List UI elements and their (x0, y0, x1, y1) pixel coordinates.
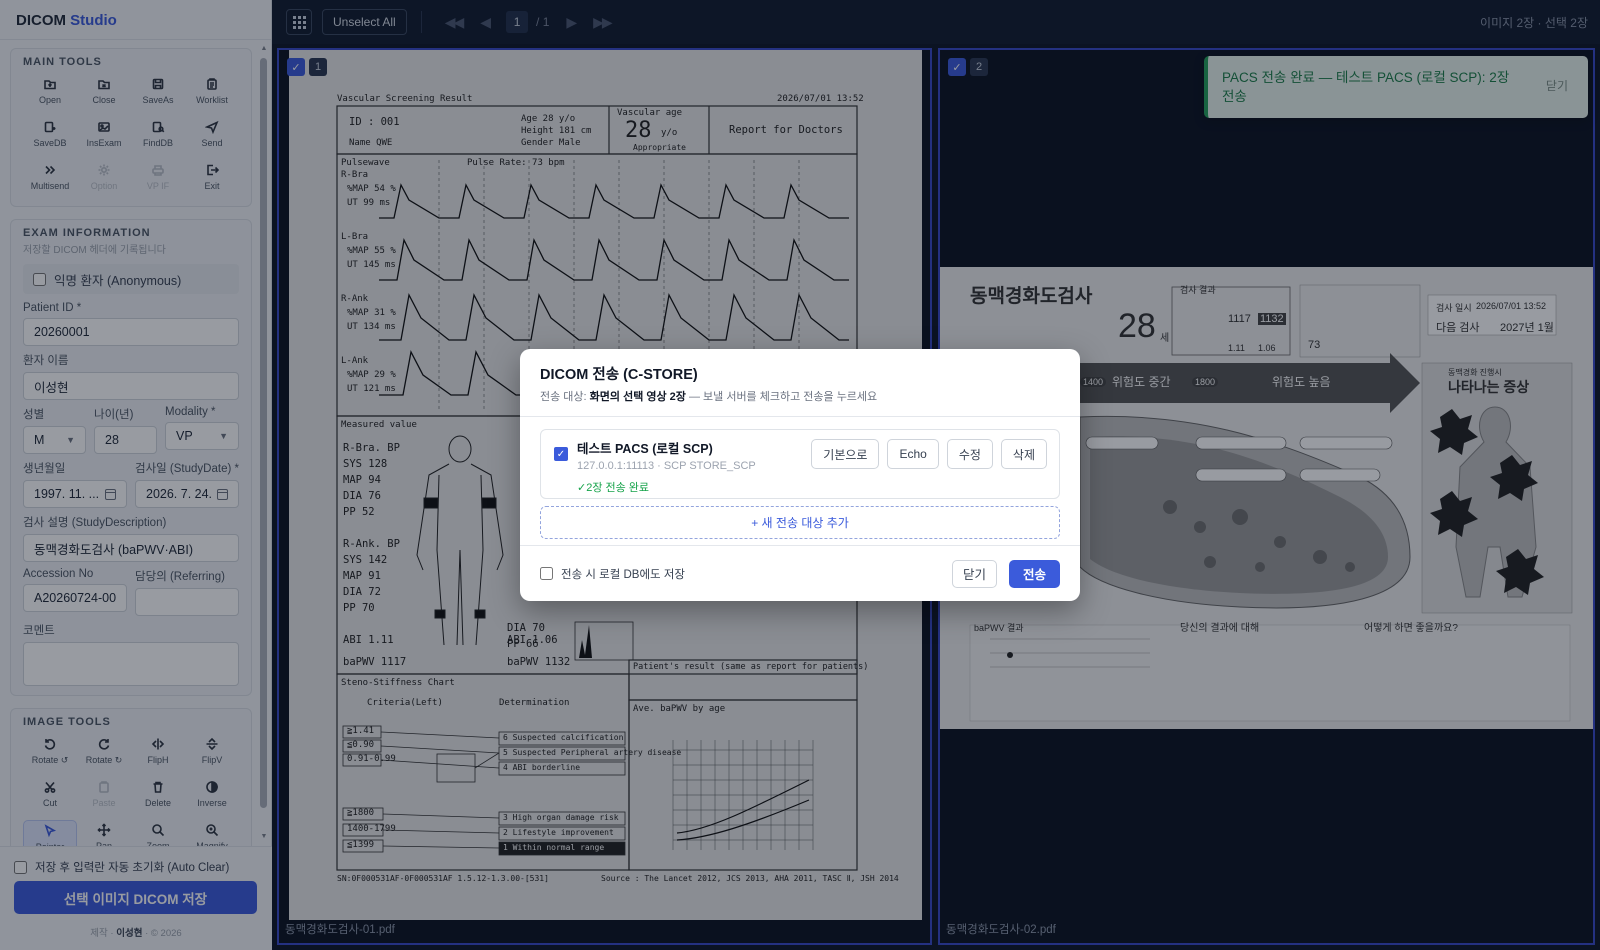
local-save-checkbox[interactable] (540, 567, 553, 580)
send-target-item: ✓ 테스트 PACS (로컬 SCP) 127.0.0.1:11113 · SC… (540, 429, 1060, 499)
dialog-actions: 닫기 전송 (951, 559, 1060, 588)
dialog-title: DICOM 전송 (C-STORE) (540, 367, 698, 383)
edit-button[interactable]: 수정 (946, 439, 993, 469)
add-target-button[interactable]: + 새 전송 대상 추가 (540, 506, 1060, 539)
dicom-send-dialog: DICOM 전송 (C-STORE) 전송 대상: 화면의 선택 영상 2장 —… (520, 349, 1080, 601)
target-actions: 기본으로 Echo 수정 삭제 (811, 439, 1047, 469)
dialog-subtitle: 전송 대상: 화면의 선택 영상 2장 — 보낼 서버를 체크하고 전송을 누르… (540, 388, 1060, 404)
local-save-toggle[interactable]: 전송 시 로컬 DB에도 저장 (540, 566, 685, 582)
dialog-header: DICOM 전송 (C-STORE) 전송 대상: 화면의 선택 영상 2장 —… (520, 349, 1080, 417)
dialog-footer: 전송 시 로컬 DB에도 저장 닫기 전송 (520, 545, 1080, 601)
delete-button[interactable]: 삭제 (1000, 439, 1047, 469)
close-button[interactable]: 닫기 (951, 559, 997, 588)
target-status: ✓2장 전송 완료 (577, 482, 650, 494)
target-checkbox[interactable]: ✓ (554, 447, 568, 461)
echo-button[interactable]: Echo (887, 439, 939, 469)
local-save-label: 전송 시 로컬 DB에도 저장 (561, 568, 685, 581)
dialog-body: ✓ 테스트 PACS (로컬 SCP) 127.0.0.1:11113 · SC… (520, 417, 1080, 539)
dialog-subtitle-suffix: — 보낼 서버를 체크하고 전송을 누르세요 (688, 391, 878, 403)
set-default-button[interactable]: 기본으로 (811, 439, 880, 469)
dialog-subtitle-bold: 화면의 선택 영상 2장 (589, 391, 686, 403)
dialog-subtitle-prefix: 전송 대상: (540, 391, 587, 403)
send-button[interactable]: 전송 (1008, 559, 1060, 588)
